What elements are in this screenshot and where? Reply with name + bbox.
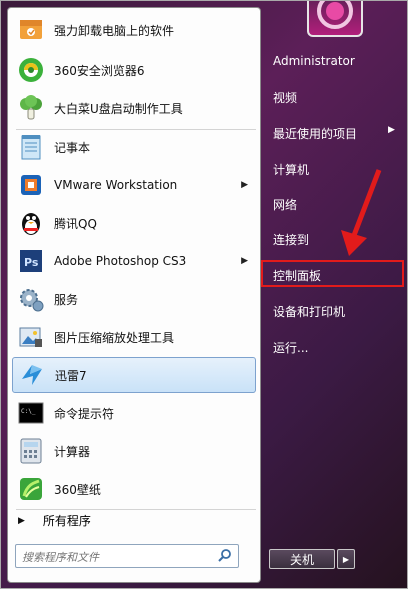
search-input[interactable] — [20, 546, 214, 568]
start-menu: 强力卸载电脑上的软件 360安全浏览器6 大白菜U盘启动制作工具 记事本 VMw… — [0, 0, 408, 589]
program-item[interactable]: 腾讯QQ — [12, 205, 256, 241]
all-programs-button[interactable]: ▶ 所有程序 — [18, 512, 91, 529]
program-item[interactable]: 迅雷7 — [12, 357, 256, 393]
program-label: VMware Workstation — [54, 178, 178, 192]
all-programs-label: 所有程序 — [42, 514, 91, 528]
program-item[interactable]: C:\_ 命令提示符 — [12, 395, 256, 431]
program-label: 360安全浏览器6 — [54, 63, 145, 78]
program-item[interactable]: 大白菜U盘启动制作工具 — [12, 90, 256, 126]
recent-items-arrow-icon: ▶ — [388, 125, 395, 135]
image-tool-icon — [16, 322, 46, 352]
wallpaper-icon — [16, 474, 46, 504]
connect-to-link[interactable]: 连接到 — [273, 231, 309, 248]
program-item[interactable]: 360壁纸 — [12, 471, 256, 507]
submenu-arrow-icon: ▶ — [241, 180, 248, 190]
cabbage-icon — [16, 93, 46, 123]
shutdown-button[interactable]: 关机 — [269, 549, 335, 569]
svg-text:Ps: Ps — [24, 256, 39, 269]
expand-triangle-icon: ▶ — [18, 515, 25, 526]
run-link[interactable]: 运行... — [273, 339, 308, 356]
vmware-icon — [16, 170, 46, 200]
user-avatar[interactable] — [307, 0, 363, 37]
program-label: 命令提示符 — [54, 406, 115, 421]
submenu-arrow-icon: ▶ — [241, 256, 248, 266]
search-icon[interactable] — [218, 548, 232, 565]
program-label: 大白菜U盘启动制作工具 — [54, 101, 183, 116]
search-box[interactable] — [15, 544, 239, 568]
recent-items-link[interactable]: 最近使用的项目 — [273, 125, 357, 142]
program-label: Adobe Photoshop CS3 — [54, 254, 187, 268]
shutdown-options-arrow-icon[interactable]: ▶ — [337, 549, 355, 569]
program-label: 360壁纸 — [54, 482, 101, 497]
uninstall-box-icon — [16, 15, 46, 45]
calculator-icon — [16, 436, 46, 466]
program-label: 腾讯QQ — [54, 216, 97, 231]
program-item[interactable]: 图片压缩缩放处理工具 — [12, 319, 256, 355]
svg-text:C:\_: C:\_ — [21, 408, 36, 415]
program-item[interactable]: 记事本 — [12, 129, 256, 165]
recent-items-label: 最近使用的项目 — [273, 127, 358, 141]
program-item[interactable]: 计算器 — [12, 433, 256, 469]
program-label: 服务 — [54, 292, 79, 307]
program-item[interactable]: 强力卸载电脑上的软件 — [12, 12, 256, 48]
cmd-icon: C:\_ — [16, 398, 46, 428]
services-gear-icon — [16, 284, 46, 314]
program-label: 强力卸载电脑上的软件 — [54, 23, 175, 38]
program-item[interactable]: Ps Adobe Photoshop CS3 ▶ — [12, 243, 256, 279]
notepad-icon — [16, 132, 46, 162]
program-item[interactable]: VMware Workstation ▶ — [12, 167, 256, 203]
red-arrow-annotation — [341, 169, 382, 256]
highlight-box — [261, 260, 404, 287]
qq-penguin-icon — [16, 208, 46, 238]
program-item[interactable]: 服务 — [12, 281, 256, 317]
devices-printers-link[interactable]: 设备和打印机 — [273, 303, 345, 320]
photoshop-icon: Ps — [16, 246, 46, 276]
program-label: 计算器 — [54, 444, 91, 459]
360-browser-icon — [16, 55, 46, 85]
network-link[interactable]: 网络 — [273, 196, 297, 213]
programs-pane: 强力卸载电脑上的软件 360安全浏览器6 大白菜U盘启动制作工具 记事本 VMw… — [7, 7, 261, 583]
divider — [16, 509, 256, 510]
thunder-bird-icon — [17, 360, 47, 390]
program-item[interactable]: 360安全浏览器6 — [12, 52, 256, 88]
user-name-link[interactable]: Administrator — [273, 54, 355, 68]
program-label: 迅雷7 — [55, 368, 87, 383]
program-label: 记事本 — [54, 140, 91, 155]
videos-link[interactable]: 视频 — [273, 89, 297, 106]
program-label: 图片压缩缩放处理工具 — [54, 330, 175, 345]
computer-link[interactable]: 计算机 — [273, 161, 309, 178]
